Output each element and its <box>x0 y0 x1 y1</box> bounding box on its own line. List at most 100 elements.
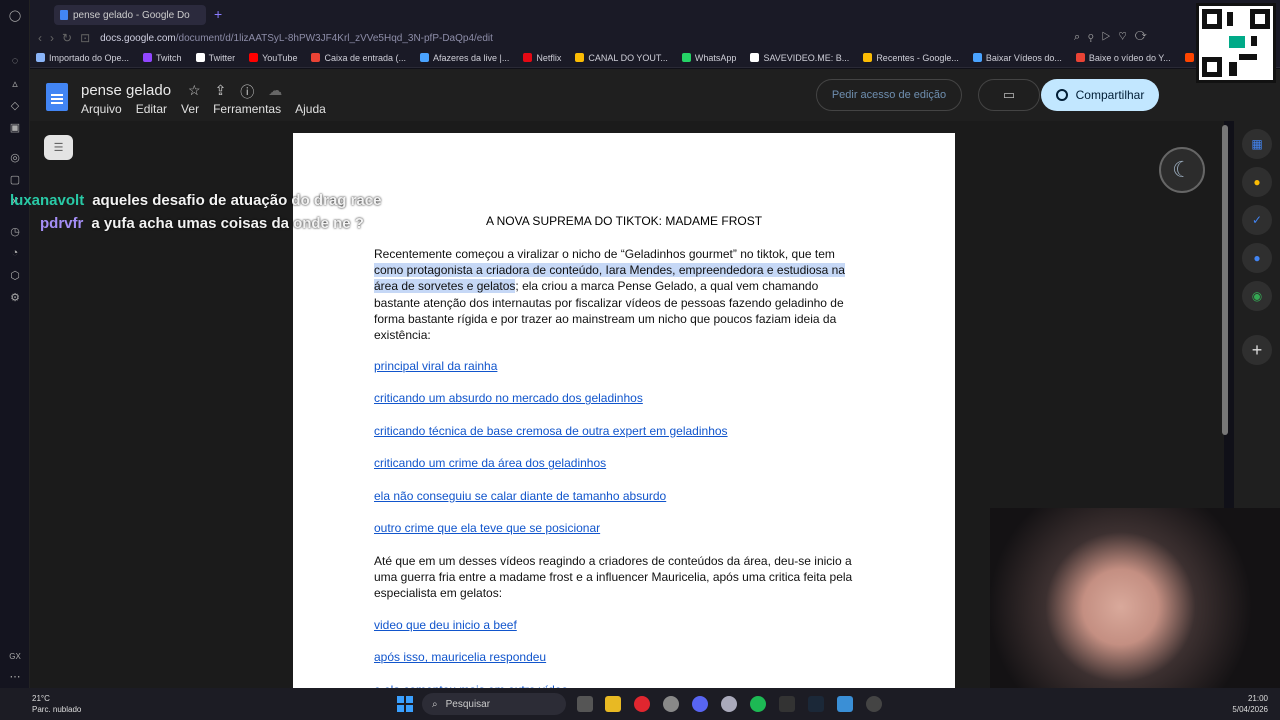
bookmark-icon <box>863 53 873 62</box>
bookmark-item[interactable]: Importado do Ope... <box>36 53 129 63</box>
share-button[interactable]: Compartilhar <box>1041 79 1159 111</box>
whatsapp-icon[interactable]: ◎ <box>0 146 30 168</box>
twitch-icon[interactable]: ▢ <box>0 168 30 190</box>
opera-logo-icon[interactable]: ◯ <box>0 4 30 26</box>
opera-gx-icon[interactable] <box>634 696 650 712</box>
tasks-icon[interactable]: ✓ <box>1242 205 1272 235</box>
bookmark-icon <box>972 53 982 62</box>
url-field[interactable]: docs.google.com/document/d/1lizAATSyL-8h… <box>100 33 493 44</box>
menu-arquivo[interactable]: Arquivo <box>81 102 122 116</box>
bookmark-icon <box>750 53 760 62</box>
forward-icon[interactable]: › <box>50 31 54 45</box>
webcam-feed-image <box>990 508 1280 688</box>
document-link[interactable]: criticando um absurdo no mercado dos gel… <box>374 391 643 405</box>
share-label: Compartilhar <box>1075 88 1145 102</box>
back-icon[interactable]: ‹ <box>38 31 42 45</box>
docs-logo-icon[interactable] <box>46 83 68 111</box>
task-view-icon[interactable] <box>577 696 593 712</box>
star-icon[interactable]: ☆ <box>188 82 201 102</box>
bookmark-item[interactable]: Baixar Vídeos do... <box>972 53 1062 63</box>
contacts-icon[interactable]: ● <box>1242 243 1272 273</box>
document-link[interactable]: principal viral da rainha <box>374 359 497 373</box>
document-link[interactable]: ela não conseguiu se calar diante de tam… <box>374 489 666 503</box>
spotify-icon[interactable] <box>750 696 766 712</box>
bookmark-item[interactable]: Baixe o vídeo do Y... <box>1075 53 1171 63</box>
new-tab-button[interactable]: + <box>214 6 222 22</box>
document-link[interactable]: após isso, mauricelia respondeu <box>374 650 546 664</box>
menu-ajuda[interactable]: Ajuda <box>295 102 326 116</box>
capcut-icon[interactable] <box>779 696 795 712</box>
chat-message: luxanavolt aqueles desafio de atuação do … <box>10 192 381 209</box>
document-link[interactable]: outro crime que ela teve que se posicion… <box>374 521 600 535</box>
app-icon[interactable] <box>721 696 737 712</box>
bookmark-icon <box>311 53 321 62</box>
bookmark-item[interactable]: WhatsApp <box>681 52 737 63</box>
tab-pense-gelado[interactable]: pense gelado - Google Do <box>54 5 206 25</box>
bookmark-item[interactable]: Twitter <box>195 53 235 63</box>
maps-icon[interactable]: ◉ <box>1242 281 1272 311</box>
meet-button[interactable]: ▭ <box>978 79 1040 111</box>
bookmark-label: SAVEVIDEO.ME: B... <box>763 52 850 63</box>
player-icon[interactable]: ◇ <box>0 94 30 116</box>
toolbar-icons[interactable]: ⌕⚲▷♡⟳ <box>1074 31 1155 44</box>
bookmark-item[interactable]: Afazeres da live |... <box>420 53 509 63</box>
move-icon[interactable]: ⇪ <box>215 82 227 102</box>
more-icon[interactable]: ⋯ <box>0 665 30 687</box>
date: 5/04/2026 <box>1232 705 1268 714</box>
moon-icon[interactable]: ☾ <box>1159 147 1205 193</box>
bookmark-item[interactable]: Recentes - Google... <box>863 53 959 63</box>
calendar-icon[interactable]: ▦ <box>1242 129 1272 159</box>
aria-icon[interactable]: ▵ <box>0 72 30 94</box>
file-explorer-icon[interactable] <box>605 696 621 712</box>
document-title[interactable]: pense gelado <box>81 82 171 99</box>
cloud-icon: ☁ <box>268 82 283 98</box>
app-icon-2[interactable] <box>866 696 882 712</box>
photos-icon[interactable] <box>837 696 853 712</box>
bookmark-item[interactable]: Netflix <box>523 53 561 63</box>
scrollbar[interactable] <box>1222 125 1228 435</box>
menu-editar[interactable]: Editar <box>136 102 167 116</box>
menu-ferramentas[interactable]: Ferramentas <box>213 102 281 116</box>
gx-icon[interactable]: GX <box>0 645 30 667</box>
chat-username: luxanavolt <box>10 192 85 209</box>
menu-ver[interactable]: Ver <box>181 102 199 116</box>
request-edit-button[interactable]: Pedir acesso de edição <box>816 79 962 111</box>
history-icon[interactable]: ◔ <box>0 242 30 264</box>
system-clock[interactable]: 21:00 5/04/2026 <box>1226 693 1268 715</box>
bookmark-item[interactable]: CANAL DO YOUT... <box>575 53 668 63</box>
bookmark-label: Caixa de entrada (... <box>324 52 406 63</box>
reload-icon[interactable]: ↻ <box>62 31 72 45</box>
bookmark-label: WhatsApp <box>694 52 737 63</box>
obs-icon[interactable] <box>663 696 679 712</box>
stream-chat-overlay: luxanavolt aqueles desafio de atuação do … <box>10 192 381 238</box>
outline-button[interactable]: ☰ <box>44 135 73 160</box>
settings-icon[interactable]: ⚙ <box>0 286 30 308</box>
chat-text: aqueles desafio de atuação do drag race <box>92 192 382 209</box>
document-link[interactable]: criticando técnica de base cremosa de ou… <box>374 424 728 438</box>
windows-start-icon[interactable] <box>397 696 413 712</box>
weather-widget[interactable]: 21°C Parc. nublado <box>12 693 81 715</box>
info-icon[interactable]: ⓘ <box>240 82 254 102</box>
tab-island-icon[interactable]: ◌ <box>0 50 30 72</box>
bookmark-item[interactable]: Twitch <box>143 53 182 63</box>
extensions-icon[interactable]: ⬡ <box>0 264 30 286</box>
bookmark-item[interactable]: Caixa de entrada (... <box>311 53 406 63</box>
bookmark-item[interactable]: SAVEVIDEO.ME: B... <box>750 53 849 63</box>
discord-icon[interactable] <box>692 696 708 712</box>
steam-icon[interactable] <box>808 696 824 712</box>
document-link[interactable]: video que deu inicio a beef <box>374 618 517 632</box>
document-link[interactable]: criticando um crime da área dos geladinh… <box>374 456 606 470</box>
document-page[interactable]: A NOVA SUPREMA DO TIKTOK: MADAME FROST R… <box>293 133 955 697</box>
bookmark-icon <box>420 53 429 62</box>
messenger-icon[interactable]: ▣ <box>0 116 30 138</box>
bookmark-icon <box>195 53 205 62</box>
chat-username: pdrvfr <box>40 215 84 232</box>
bookmark-icon <box>575 53 585 62</box>
menu-bar: Arquivo Editar Ver Ferramentas Ajuda <box>81 102 340 116</box>
bookmark-icon <box>523 53 533 62</box>
taskbar-search[interactable]: ⌕ Pesquisar <box>422 693 566 715</box>
add-addon-icon[interactable]: + <box>1242 335 1272 365</box>
bookmark-label: Twitch <box>156 52 182 63</box>
keep-icon[interactable]: ● <box>1242 167 1272 197</box>
bookmark-item[interactable]: YouTube <box>249 53 297 63</box>
